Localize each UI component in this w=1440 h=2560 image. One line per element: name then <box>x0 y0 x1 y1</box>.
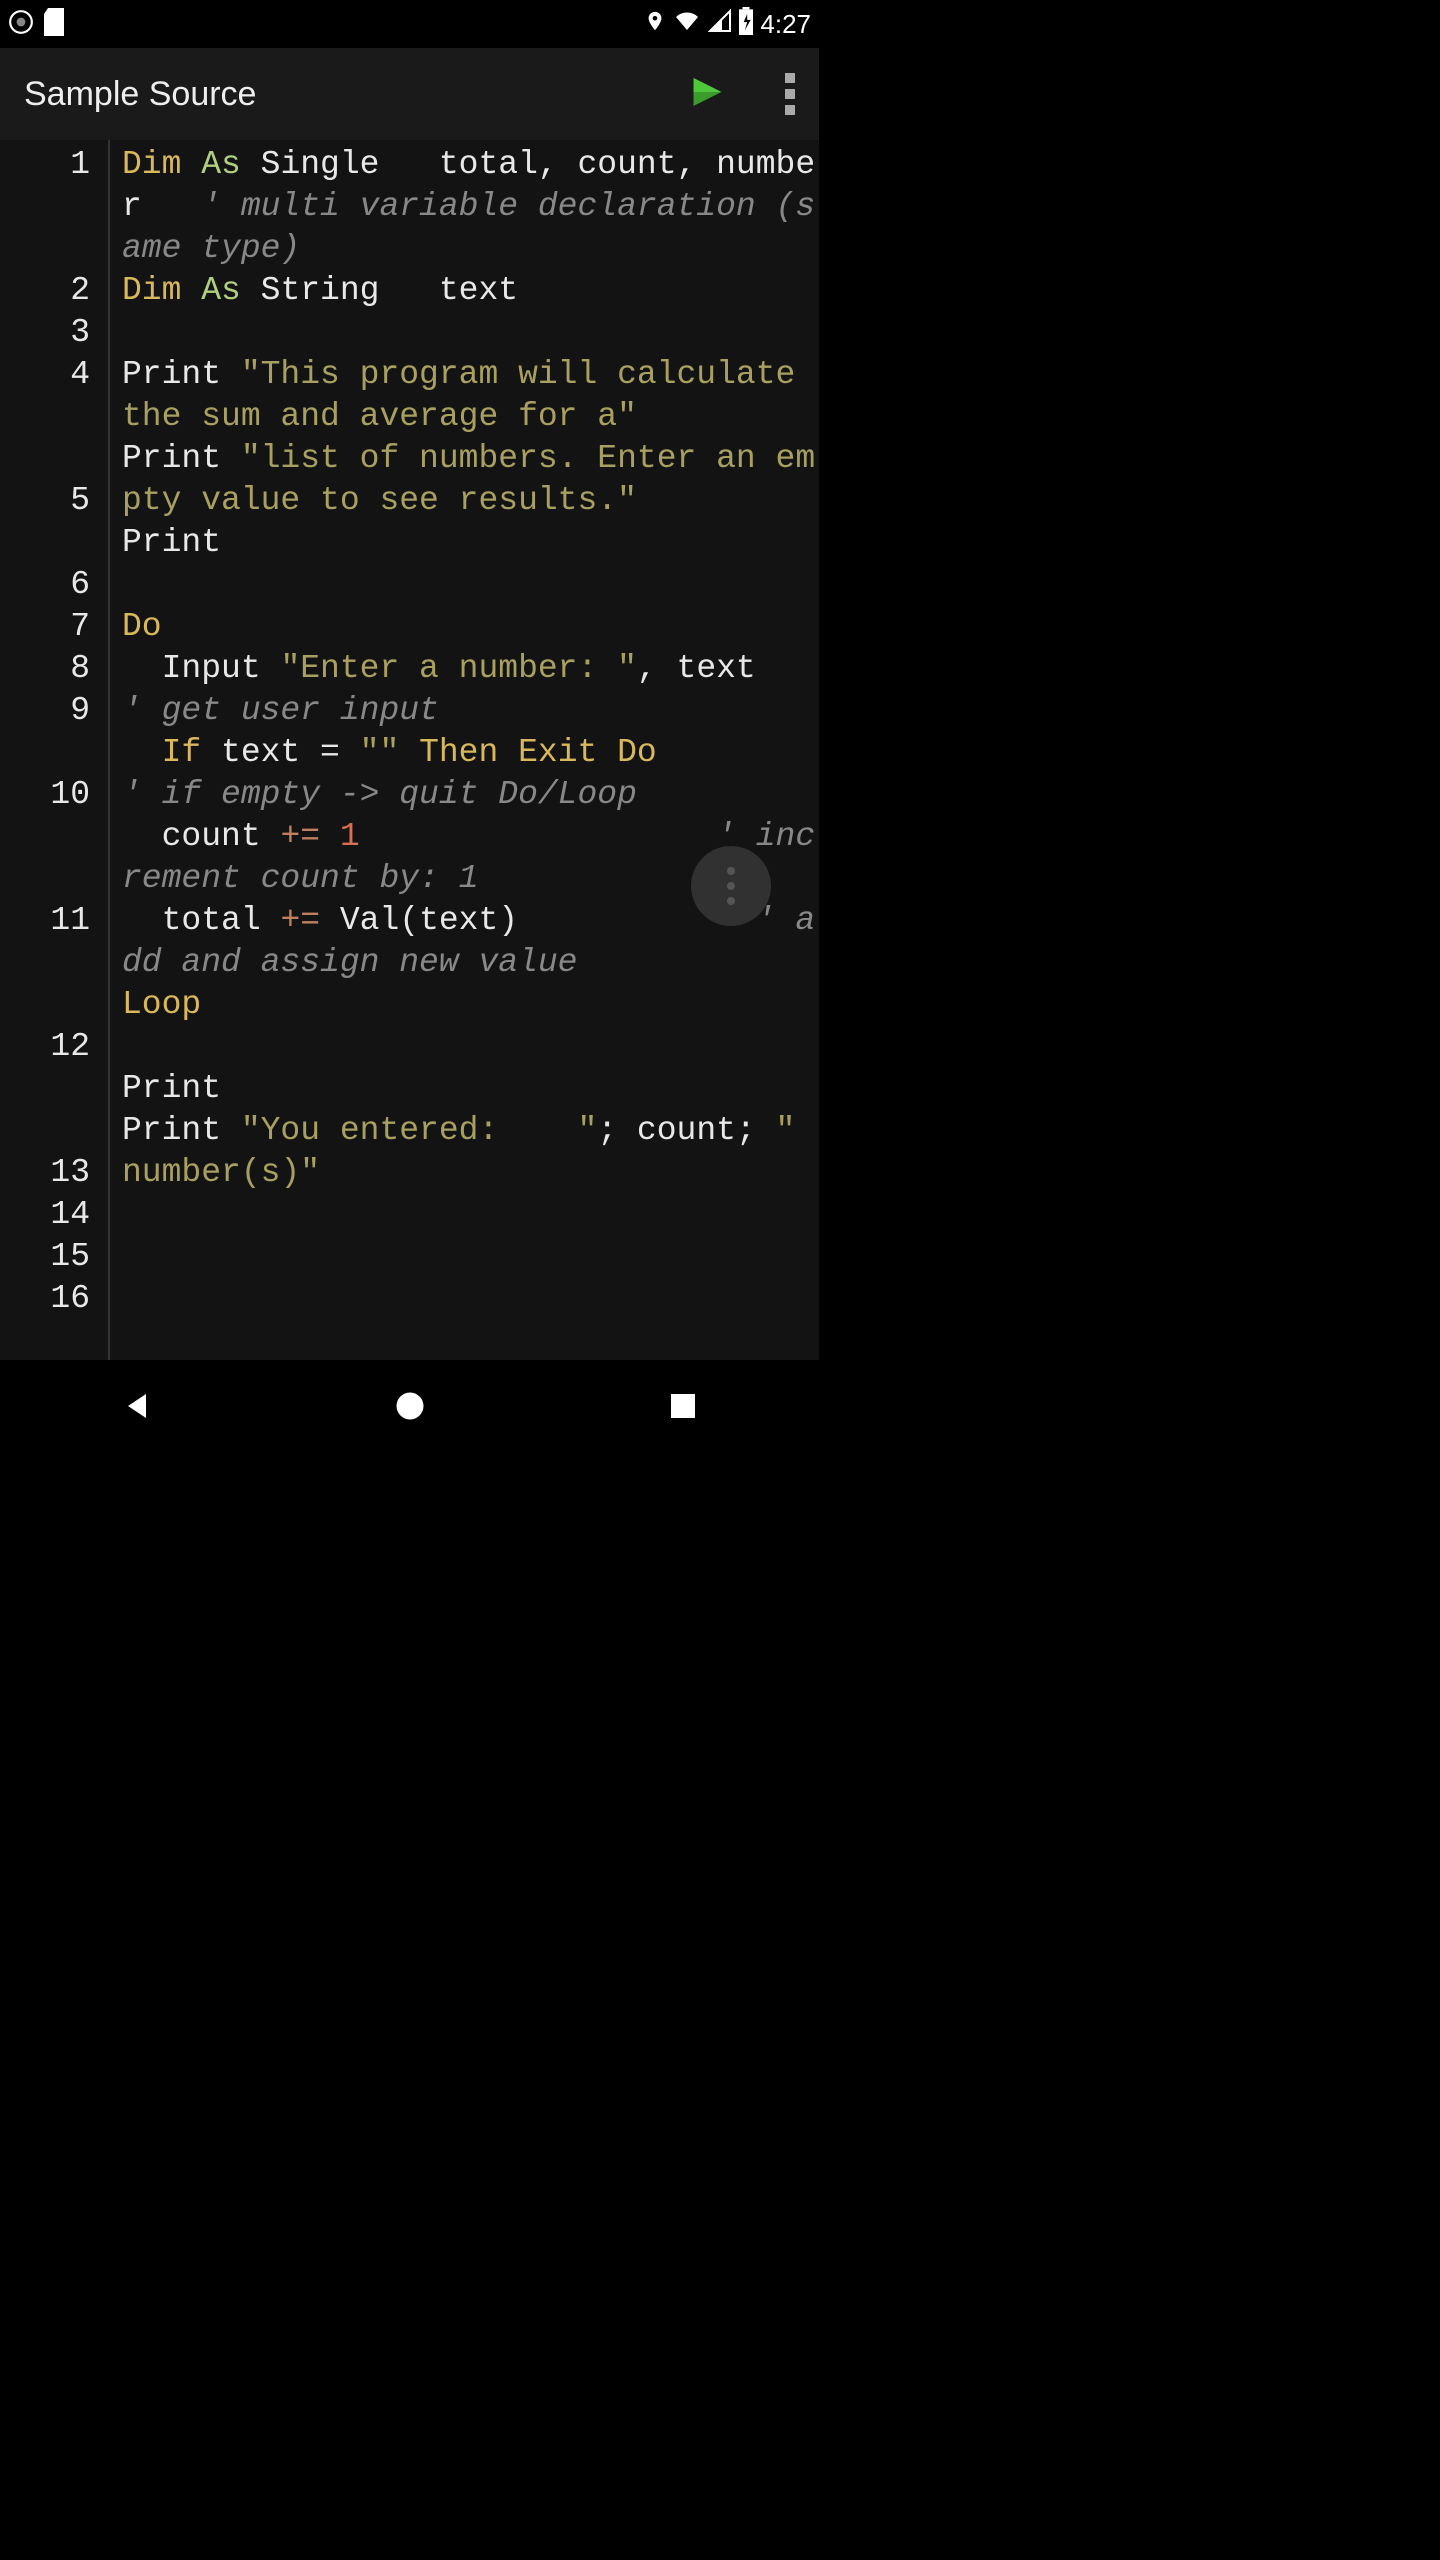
app-bar: Sample Source <box>0 48 819 140</box>
battery-charging-icon <box>738 7 754 42</box>
wifi-icon <box>672 9 702 40</box>
nav-back-button[interactable] <box>119 1388 155 1429</box>
code-content[interactable]: Dim As Single total, count, number ' mul… <box>110 140 819 1360</box>
location-icon <box>644 7 666 42</box>
cell-signal-icon <box>708 9 732 40</box>
code-editor[interactable]: 1 2 3 4 5 6 7 8 9 10 11 12 13 14 15 16 D… <box>0 140 819 1360</box>
overflow-menu-button[interactable] <box>785 73 795 115</box>
nav-home-button[interactable] <box>392 1388 428 1429</box>
navigation-bar <box>0 1360 819 1456</box>
nav-recent-button[interactable] <box>665 1388 701 1429</box>
app-title: Sample Source <box>24 75 256 114</box>
camera-icon <box>8 9 34 40</box>
run-button[interactable] <box>683 71 725 118</box>
floating-action-button[interactable] <box>691 846 771 926</box>
line-number-gutter: 1 2 3 4 5 6 7 8 9 10 11 12 13 14 15 16 <box>0 140 110 1360</box>
status-bar: 4:27 <box>0 0 819 48</box>
status-time: 4:27 <box>760 9 811 40</box>
sd-card-icon <box>44 8 68 41</box>
